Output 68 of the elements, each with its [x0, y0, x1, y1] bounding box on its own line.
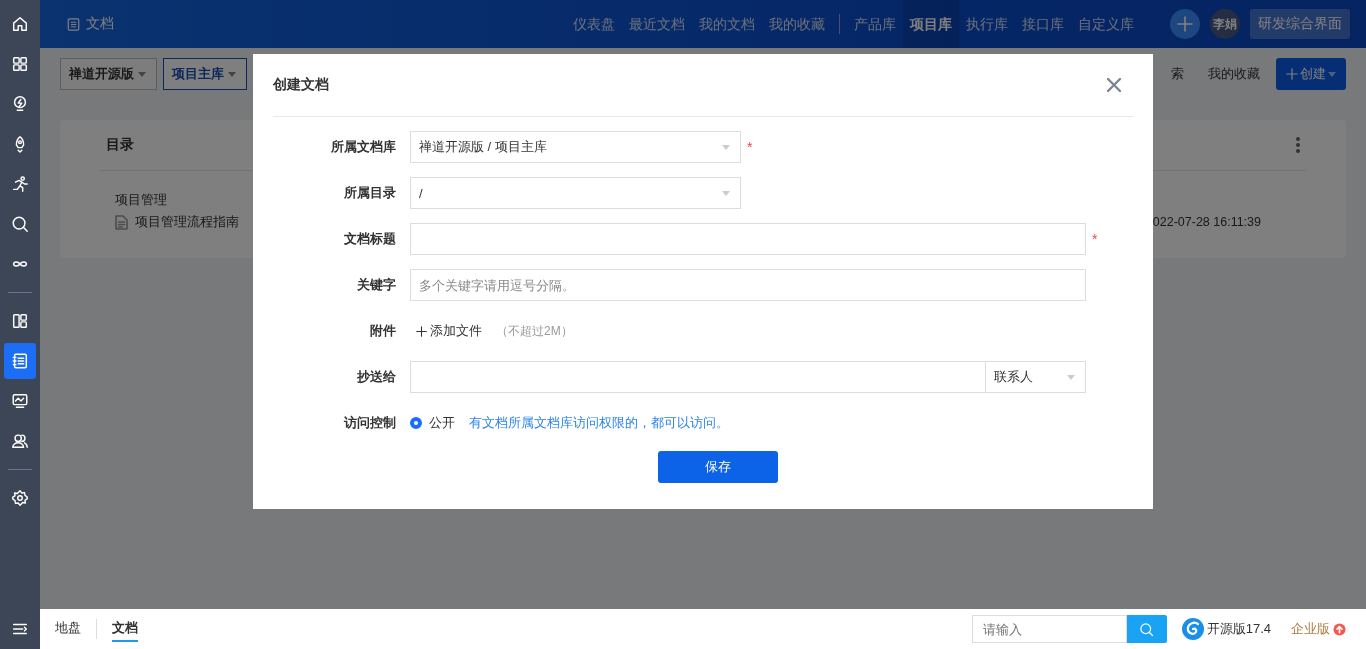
- search-icon: [1139, 621, 1155, 637]
- more-icon: [1296, 137, 1300, 153]
- nav-tab[interactable]: 执行库: [959, 0, 1015, 48]
- create-button[interactable]: 创建: [1276, 58, 1346, 90]
- document-link[interactable]: 项目管理流程指南: [135, 213, 239, 231]
- close-icon: [1107, 78, 1121, 92]
- footer-tab[interactable]: 地盘: [55, 616, 81, 642]
- required-mark: *: [1092, 231, 1098, 247]
- nav-tab[interactable]: 仪表盘: [566, 0, 622, 48]
- document-date: 022-07-28 16:11:39: [1152, 215, 1261, 229]
- home-icon: [11, 15, 29, 33]
- field-label: 访问控制: [342, 414, 397, 432]
- lightbulb-icon: [11, 95, 29, 113]
- text-input[interactable]: [410, 223, 1086, 255]
- field-label: 抄送给: [356, 368, 397, 386]
- card-title: 目录: [106, 136, 134, 154]
- up-arrow-icon: [1333, 622, 1346, 636]
- runner-icon: [11, 175, 29, 193]
- search-icon: [11, 215, 29, 233]
- sidebar-item[interactable]: [4, 343, 36, 379]
- radio-option[interactable]: 公开: [410, 414, 455, 432]
- contacts-dropdown[interactable]: 联系人: [986, 361, 1086, 393]
- user-avatar[interactable]: 李娟: [1210, 9, 1240, 39]
- users-icon: [11, 432, 29, 450]
- file-icon: [115, 214, 128, 230]
- field-label: 文档标题: [343, 230, 397, 248]
- toolbar-link[interactable]: 我的收藏: [1208, 65, 1260, 83]
- document-icon: [66, 16, 81, 32]
- add-button[interactable]: [1170, 9, 1200, 39]
- grid-icon: [11, 55, 29, 73]
- version-label: 开源版17.4: [1206, 620, 1271, 638]
- settings-icon: [11, 489, 29, 507]
- save-button[interactable]: 保存: [658, 451, 778, 483]
- toolbar-link[interactable]: 索: [1171, 65, 1184, 83]
- plus-icon: [1286, 68, 1298, 80]
- nav-tab[interactable]: 自定义库: [1071, 0, 1141, 48]
- dialog-title: 创建文档: [273, 76, 329, 94]
- nav-tab[interactable]: 我的收藏: [762, 0, 832, 48]
- required-mark: *: [747, 139, 753, 155]
- nav-tab[interactable]: 最近文档: [622, 0, 692, 48]
- size-hint: （不超过2M）: [496, 322, 573, 340]
- radio-button[interactable]: [410, 417, 422, 429]
- add-file-link[interactable]: 添加文件: [416, 322, 482, 340]
- nav-tab[interactable]: 我的文档: [692, 0, 762, 48]
- close-button[interactable]: [1107, 78, 1121, 92]
- plus-icon: [416, 325, 427, 337]
- page-title: 文档: [86, 15, 114, 33]
- nav-tab[interactable]: 产品库: [847, 0, 903, 48]
- access-note: 有文档所属文档库访问权限的，都可以访问。: [469, 414, 729, 432]
- field-label: 所属文档库: [330, 138, 397, 156]
- upgrade-link[interactable]: 企业版: [1291, 620, 1346, 638]
- field-label: 附件: [369, 322, 397, 340]
- search-input[interactable]: 请输入: [971, 615, 1127, 643]
- text-input[interactable]: 多个关键字请用逗号分隔。: [410, 269, 1086, 301]
- layout-icon: [11, 312, 29, 330]
- recipients-input[interactable]: [410, 361, 986, 393]
- document-list-icon: [11, 352, 29, 370]
- dropdown-field[interactable]: 禅道开源版 / 项目主库: [410, 131, 741, 163]
- swirl-logo-icon: [1180, 617, 1205, 641]
- field-label: 所属目录: [343, 184, 397, 202]
- breadcrumb[interactable]: 项目主库: [163, 58, 247, 90]
- dropdown-field[interactable]: /: [410, 177, 741, 209]
- plus-icon: [1177, 16, 1193, 32]
- footer-tab[interactable]: 文档: [112, 616, 138, 642]
- monitor-icon: [11, 392, 29, 410]
- nav-tab[interactable]: 接口库: [1015, 0, 1071, 48]
- breadcrumb[interactable]: 禅道开源版: [60, 58, 157, 90]
- field-label: 关键字: [356, 276, 397, 294]
